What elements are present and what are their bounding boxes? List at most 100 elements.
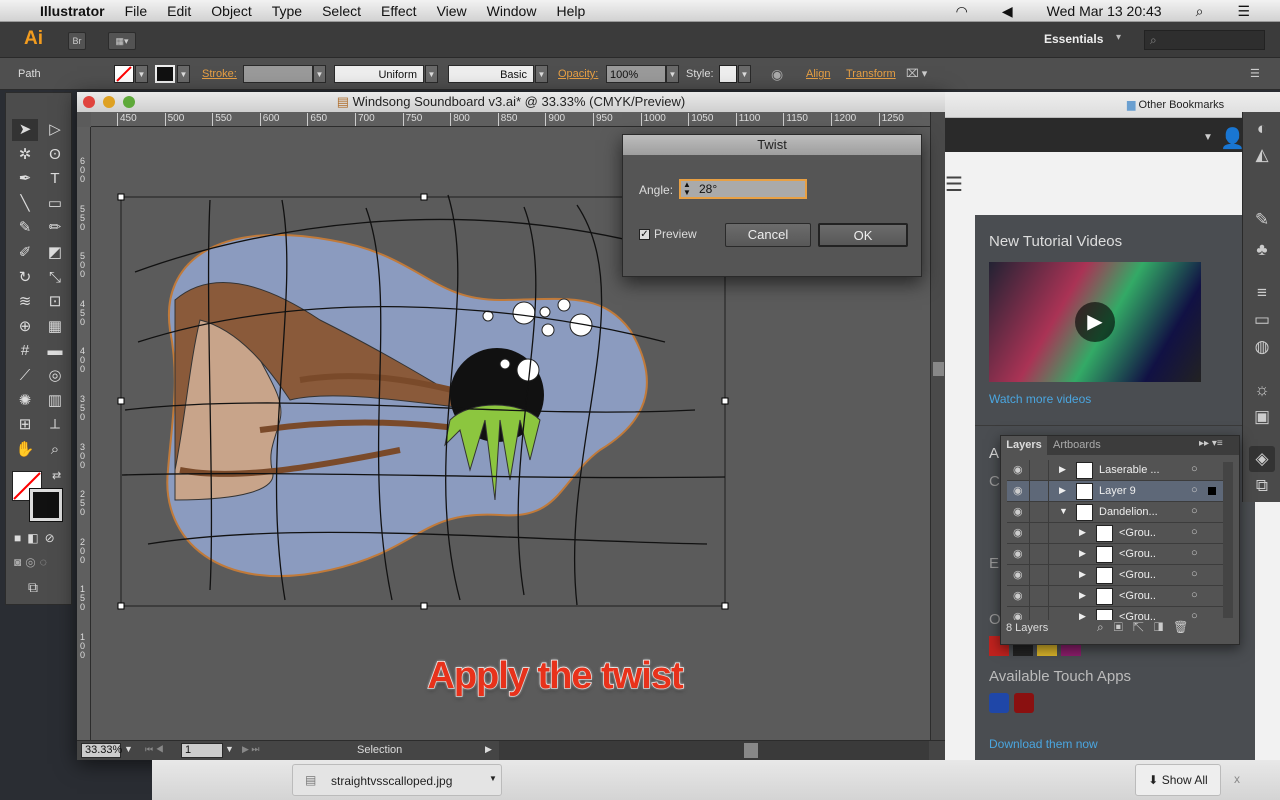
- vertical-scrollbar[interactable]: [930, 112, 945, 740]
- perspective-grid-tool-icon[interactable]: ▦: [42, 316, 68, 338]
- blob-brush-tool-icon[interactable]: ✐: [12, 242, 38, 264]
- scale-tool-icon[interactable]: ⤡: [42, 267, 68, 289]
- lasso-tool-icon[interactable]: ʘ: [42, 144, 68, 166]
- other-bookmarks[interactable]: ▆ Other Bookmarks: [1127, 98, 1224, 111]
- zoom-window-button[interactable]: [123, 96, 135, 108]
- target-circle-icon[interactable]: ○: [1191, 589, 1198, 601]
- drawing-modes[interactable]: ◙◎◌: [14, 555, 51, 569]
- gradient-tool-icon[interactable]: ▬: [42, 340, 68, 362]
- visibility-eye-icon[interactable]: ◉: [1013, 484, 1023, 497]
- visibility-eye-icon[interactable]: ◉: [1013, 547, 1023, 560]
- column-graph-tool-icon[interactable]: ▥: [42, 390, 68, 412]
- artboard-tool-icon[interactable]: ⊞: [12, 414, 38, 436]
- disclosure-collapsed-icon[interactable]: ▶: [1079, 590, 1086, 601]
- layer-row[interactable]: ◉ ▼ Dandelion... ○: [1007, 502, 1223, 523]
- ok-button[interactable]: OK: [818, 223, 908, 247]
- account-dropdown[interactable]: ▼: [1203, 132, 1213, 143]
- brushes-icon[interactable]: ✎: [1249, 207, 1275, 233]
- visibility-eye-icon[interactable]: ◉: [1013, 589, 1023, 602]
- stroke-color-swatch[interactable]: [29, 488, 63, 522]
- screen-mode-icon[interactable]: ⧉: [28, 579, 38, 596]
- spotlight-icon[interactable]: ⌕: [1196, 3, 1204, 20]
- artboard-dropdown[interactable]: ▼: [225, 744, 234, 754]
- tutorial-video-thumbnail[interactable]: ▶: [989, 262, 1201, 382]
- artboard-number-input[interactable]: 1: [181, 743, 223, 758]
- symbol-sprayer-tool-icon[interactable]: ✺: [12, 390, 38, 412]
- isolate-icon[interactable]: ⌧ ▾: [906, 65, 927, 83]
- type-tool-icon[interactable]: T: [42, 168, 68, 190]
- target-circle-icon[interactable]: ○: [1191, 484, 1198, 496]
- layer-row[interactable]: ◉ ▶ Laserable ... ○: [1007, 460, 1223, 481]
- help-search-input[interactable]: ⌕: [1144, 30, 1265, 50]
- arrange-documents-icon[interactable]: ▦▾: [108, 32, 136, 50]
- disclosure-collapsed-icon[interactable]: ▶: [1079, 569, 1086, 580]
- layer-row[interactable]: ◉ ▶ Layer 9 ○: [1007, 481, 1223, 502]
- workspace-switcher[interactable]: Essentials: [1044, 32, 1103, 46]
- brush-definition[interactable]: Basic: [448, 65, 534, 83]
- disclosure-collapsed-icon[interactable]: ▶: [1059, 464, 1066, 475]
- panel-options-icon[interactable]: ▸▸ ▾≡: [1199, 438, 1223, 449]
- visibility-eye-icon[interactable]: ◉: [1013, 568, 1023, 581]
- hand-tool-icon[interactable]: ✋: [12, 439, 38, 461]
- stroke-weight-dropdown[interactable]: ▼: [313, 65, 326, 83]
- menu-effect[interactable]: Effect: [381, 3, 417, 19]
- angle-input[interactable]: ▲ ▼ 28°: [679, 179, 807, 199]
- lock-toggle[interactable]: [1029, 460, 1049, 480]
- stroke-label[interactable]: Stroke:: [202, 65, 237, 83]
- volume-icon[interactable]: ◀: [1002, 3, 1013, 20]
- first-artboard-button[interactable]: ⏮ ◀: [145, 744, 164, 755]
- layers-scrollbar[interactable]: [1223, 462, 1233, 618]
- stroke-weight-input[interactable]: [243, 65, 313, 83]
- visibility-eye-icon[interactable]: ◉: [1013, 505, 1023, 518]
- slice-tool-icon[interactable]: ⟂: [42, 414, 68, 436]
- horizontal-scrollbar[interactable]: [499, 741, 929, 760]
- target-circle-icon[interactable]: ○: [1191, 463, 1198, 475]
- variable-width-profile[interactable]: Uniform: [334, 65, 424, 83]
- menu-window[interactable]: Window: [487, 3, 537, 19]
- rotate-tool-icon[interactable]: ↻: [12, 267, 38, 289]
- free-transform-tool-icon[interactable]: ⊡: [42, 291, 68, 313]
- disclosure-collapsed-icon[interactable]: ▶: [1079, 611, 1086, 620]
- download-touch-apps-link[interactable]: Download them now: [989, 737, 1098, 751]
- target-circle-icon[interactable]: ○: [1191, 547, 1198, 559]
- new-sublayer-icon[interactable]: ⇱: [1133, 620, 1154, 634]
- color-guide-icon[interactable]: ◭: [1249, 142, 1275, 168]
- shape-builder-tool-icon[interactable]: ⊕: [12, 316, 38, 338]
- selection-indicator[interactable]: [1208, 487, 1216, 495]
- fill-dropdown[interactable]: ▼: [135, 65, 148, 83]
- symbols-icon[interactable]: ♣: [1249, 237, 1275, 263]
- horizontal-scroll-thumb[interactable]: [744, 743, 758, 758]
- notifications-icon[interactable]: ☰: [1237, 3, 1250, 20]
- disclosure-collapsed-icon[interactable]: ▶: [1079, 548, 1086, 559]
- direct-selection-tool-icon[interactable]: ▷: [42, 119, 68, 141]
- lock-toggle[interactable]: [1029, 607, 1049, 620]
- checkbox-check-icon[interactable]: ✓: [639, 228, 650, 240]
- scroll-thumb[interactable]: [933, 362, 944, 376]
- panel-menu-icon[interactable]: ☰: [1250, 65, 1260, 83]
- layers-panel-icon[interactable]: ◈: [1249, 446, 1275, 472]
- stroke-swatch[interactable]: [155, 65, 175, 83]
- menu-edit[interactable]: Edit: [167, 3, 191, 19]
- last-artboard-button[interactable]: ▶ ⏭: [242, 744, 260, 755]
- visibility-eye-icon[interactable]: ◉: [1013, 526, 1023, 539]
- hamburger-menu-icon[interactable]: ☰: [945, 172, 963, 197]
- cancel-button[interactable]: Cancel: [725, 223, 811, 247]
- target-circle-icon[interactable]: ○: [1191, 568, 1198, 580]
- magic-wand-tool-icon[interactable]: ✲: [12, 144, 38, 166]
- zoom-dropdown[interactable]: ▼: [124, 744, 133, 754]
- locate-object-icon[interactable]: ⌕: [1097, 620, 1114, 634]
- layer-row[interactable]: ◉ ▶ <Grou.. ○: [1007, 607, 1223, 620]
- preview-checkbox[interactable]: ✓ Preview: [639, 227, 697, 241]
- visibility-eye-icon[interactable]: ◉: [1013, 463, 1023, 476]
- show-all-button[interactable]: ⬇ Show All: [1135, 764, 1221, 796]
- target-circle-icon[interactable]: ○: [1191, 505, 1198, 517]
- download-options-dropdown[interactable]: ▼: [489, 774, 497, 783]
- horizontal-ruler[interactable]: 450 500 550 600 650 700 750 800 850 900 950 1000 105…: [91, 112, 931, 127]
- selection-tool-icon[interactable]: ➤: [12, 119, 38, 141]
- graphic-style-swatch[interactable]: [719, 65, 737, 83]
- artboards-panel-icon[interactable]: ⧉: [1249, 473, 1275, 499]
- play-icon[interactable]: ▶: [1075, 302, 1115, 342]
- recolor-artwork-icon[interactable]: ◉: [771, 65, 783, 83]
- eyedropper-tool-icon[interactable]: ⟋: [12, 365, 38, 387]
- layer-row[interactable]: ◉ ▶ <Grou.. ○: [1007, 544, 1223, 565]
